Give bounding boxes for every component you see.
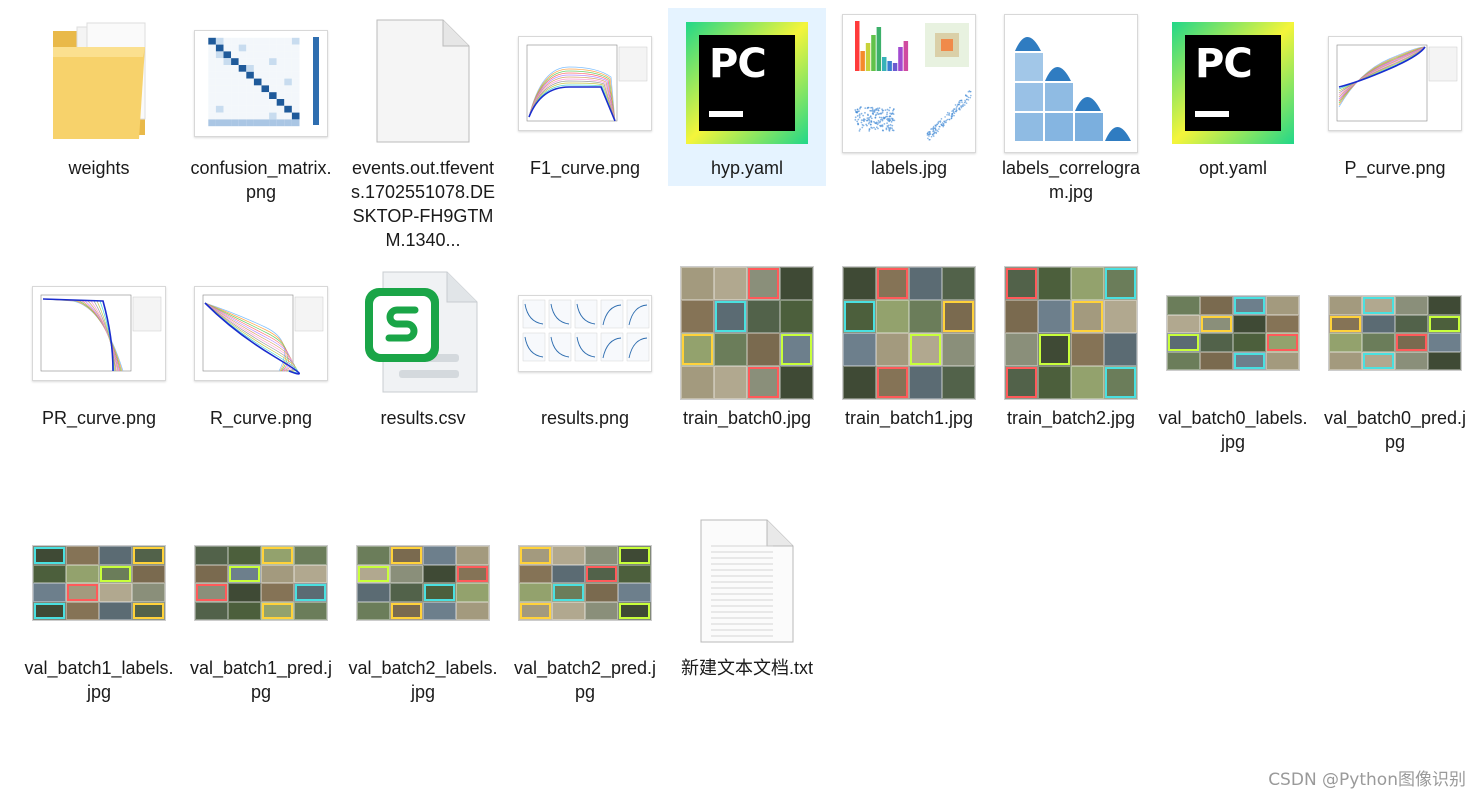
file-name-label: weights	[24, 156, 174, 180]
file-item[interactable]: results.csv	[344, 258, 502, 498]
image-batch-thumbnail	[680, 266, 814, 400]
file-thumbnail-area	[20, 8, 178, 158]
file-name-label: val_batch0_pred.jpg	[1320, 406, 1470, 454]
file-thumbnail-area	[506, 8, 664, 158]
curve-plot-thumbnail	[32, 286, 166, 381]
file-thumbnail-area	[1316, 8, 1474, 158]
file-item[interactable]: train_batch1.jpg	[830, 258, 988, 498]
image-batch-thumbnail	[356, 545, 490, 621]
file-item[interactable]: val_batch0_labels.jpg	[1154, 258, 1312, 498]
csv-spreadsheet-icon	[363, 266, 483, 401]
file-name-label: labels.jpg	[834, 156, 984, 180]
image-batch-thumbnail	[1166, 295, 1300, 371]
file-thumbnail-area: PC	[1154, 8, 1312, 158]
pycharm-file-icon: PC	[1172, 22, 1294, 144]
image-batch-thumbnail	[842, 266, 976, 400]
file-name-label: R_curve.png	[186, 406, 336, 430]
file-thumbnail-area	[344, 508, 502, 658]
file-name-label: val_batch2_pred.jpg	[510, 656, 660, 704]
image-batch-thumbnail	[518, 545, 652, 621]
pycharm-file-icon: PC	[686, 22, 808, 144]
file-item[interactable]: weights	[20, 8, 178, 248]
image-batch-thumbnail	[1004, 266, 1138, 400]
watermark: CSDN @Python图像识别	[1268, 765, 1466, 790]
file-name-label: val_batch1_labels.jpg	[24, 656, 174, 704]
file-thumbnail-area	[182, 508, 340, 658]
file-thumbnail-area	[830, 258, 988, 408]
file-name-label: hyp.yaml	[672, 156, 822, 180]
file-thumbnail-area	[344, 8, 502, 158]
file-item[interactable]: results.png	[506, 258, 664, 498]
file-name-label: results.csv	[348, 406, 498, 430]
labels-plot-thumbnail	[842, 14, 976, 153]
file-thumbnail-area: PC	[668, 8, 826, 158]
file-item[interactable]: val_batch2_pred.jpg	[506, 508, 664, 748]
confusion-matrix-thumbnail	[194, 30, 328, 137]
file-name-label: 新建文本文档.txt	[672, 656, 822, 680]
file-item[interactable]: F1_curve.png	[506, 8, 664, 248]
file-thumbnail-area	[506, 258, 664, 408]
file-grid-view: weights confusion_matrix.png events.out.…	[0, 0, 1480, 798]
file-name-label: events.out.tfevents.1702551078.DESKTOP-F…	[348, 156, 498, 252]
file-item[interactable]: val_batch2_labels.jpg	[344, 508, 502, 748]
file-thumbnail-area	[992, 258, 1150, 408]
file-name-label: train_batch2.jpg	[996, 406, 1146, 430]
file-item[interactable]: PR_curve.png	[20, 258, 178, 498]
file-item[interactable]: train_batch2.jpg	[992, 258, 1150, 498]
file-thumbnail-area	[506, 508, 664, 658]
file-name-label: train_batch0.jpg	[672, 406, 822, 430]
file-name-label: val_batch2_labels.jpg	[348, 656, 498, 704]
correlogram-thumbnail	[1004, 14, 1138, 153]
file-thumbnail-area	[1316, 258, 1474, 408]
file-item[interactable]: R_curve.png	[182, 258, 340, 498]
blank-file-icon	[373, 16, 473, 151]
file-item[interactable]: val_batch1_labels.jpg	[20, 508, 178, 748]
image-batch-thumbnail	[194, 545, 328, 621]
file-thumbnail-area	[182, 8, 340, 158]
file-name-label: results.png	[510, 406, 660, 430]
results-plot-thumbnail	[518, 295, 652, 372]
curve-plot-thumbnail	[1328, 36, 1462, 131]
file-thumbnail-area	[1154, 258, 1312, 408]
file-thumbnail-area	[344, 258, 502, 408]
file-thumbnail-area	[182, 258, 340, 408]
curve-plot-thumbnail	[194, 286, 328, 381]
file-name-label: opt.yaml	[1158, 156, 1308, 180]
file-thumbnail-area	[20, 508, 178, 658]
image-batch-thumbnail	[1328, 295, 1462, 371]
folder-icon	[47, 19, 151, 148]
file-item[interactable]: labels.jpg	[830, 8, 988, 248]
file-thumbnail-area	[992, 8, 1150, 158]
file-name-label: PR_curve.png	[24, 406, 174, 430]
file-item[interactable]: labels_correlogram.jpg	[992, 8, 1150, 248]
text-file-icon	[697, 516, 797, 651]
file-item[interactable]: val_batch0_pred.jpg	[1316, 258, 1474, 498]
file-item[interactable]: 新建文本文档.txt	[668, 508, 826, 748]
file-item[interactable]: val_batch1_pred.jpg	[182, 508, 340, 748]
file-name-label: confusion_matrix.png	[186, 156, 336, 204]
file-name-label: labels_correlogram.jpg	[996, 156, 1146, 204]
file-item[interactable]: PC hyp.yaml	[668, 8, 826, 186]
file-thumbnail-area	[830, 8, 988, 158]
file-item[interactable]: train_batch0.jpg	[668, 258, 826, 498]
file-item[interactable]: events.out.tfevents.1702551078.DESKTOP-F…	[344, 8, 502, 248]
file-name-label: val_batch0_labels.jpg	[1158, 406, 1308, 454]
file-thumbnail-area	[20, 258, 178, 408]
file-name-label: train_batch1.jpg	[834, 406, 984, 430]
file-name-label: val_batch1_pred.jpg	[186, 656, 336, 704]
curve-plot-thumbnail	[518, 36, 652, 131]
image-batch-thumbnail	[32, 545, 166, 621]
file-name-label: P_curve.png	[1320, 156, 1470, 180]
file-item[interactable]: confusion_matrix.png	[182, 8, 340, 248]
file-thumbnail-area	[668, 508, 826, 658]
file-item[interactable]: PC opt.yaml	[1154, 8, 1312, 248]
file-name-label: F1_curve.png	[510, 156, 660, 180]
file-thumbnail-area	[668, 258, 826, 408]
file-item[interactable]: P_curve.png	[1316, 8, 1474, 248]
